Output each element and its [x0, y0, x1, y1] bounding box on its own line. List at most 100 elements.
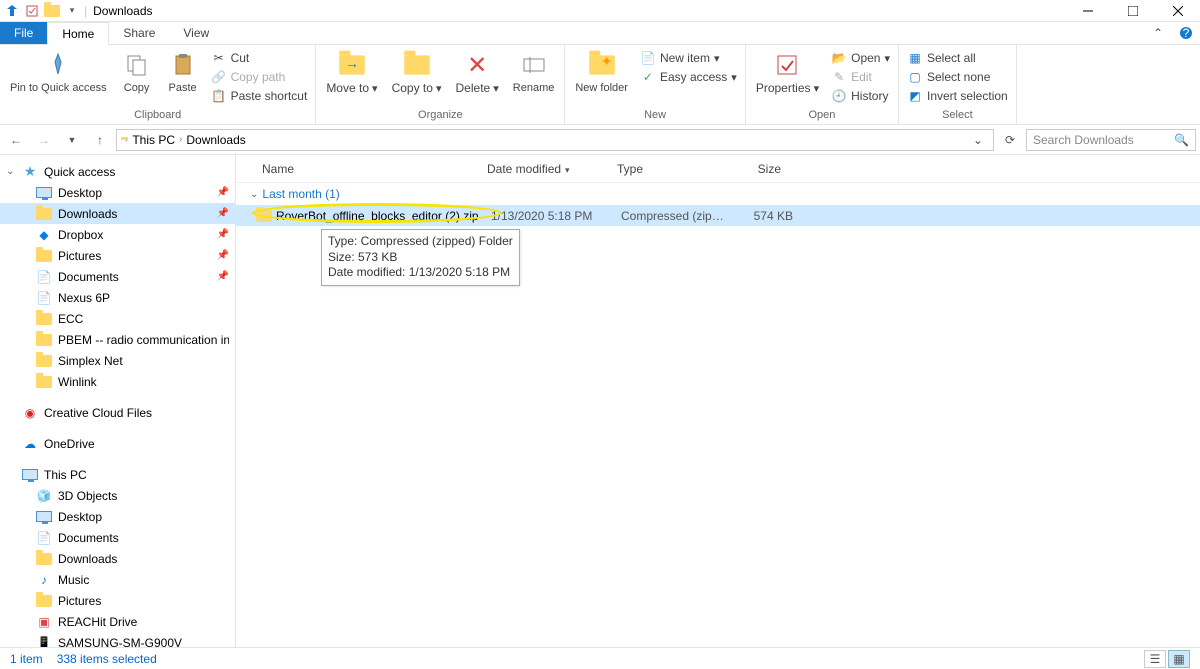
- nav-pictures[interactable]: Pictures📌: [0, 245, 235, 266]
- search-box[interactable]: Search Downloads 🔍: [1026, 129, 1196, 151]
- up-button[interactable]: ↑: [88, 128, 112, 152]
- nav-this-pc[interactable]: This PC: [0, 464, 235, 485]
- recent-locations-button[interactable]: ▼: [60, 128, 84, 152]
- ribbon-group-organize: →Move to ▾ Copy to ▾ ✕Delete ▾ Rename Or…: [316, 45, 565, 124]
- file-type: Compressed (zipp...: [621, 209, 726, 223]
- nav-creative-cloud[interactable]: ◉Creative Cloud Files: [0, 402, 235, 423]
- file-tooltip: Type: Compressed (zipped) Folder Size: 5…: [321, 229, 520, 286]
- view-details-button[interactable]: ☰: [1144, 650, 1166, 668]
- quick-access-toolbar: ▾: [0, 3, 84, 19]
- nav-pc-downloads[interactable]: Downloads: [0, 548, 235, 569]
- breadcrumb-dropdown[interactable]: ⌄: [967, 133, 989, 147]
- select-all-button[interactable]: ▦Select all: [903, 49, 1012, 67]
- nav-simplex-net[interactable]: Simplex Net: [0, 350, 235, 371]
- delete-button[interactable]: ✕Delete ▾: [450, 47, 505, 97]
- ribbon-tabs: File Home Share View ⌃ ?: [0, 22, 1200, 45]
- history-button[interactable]: 🕘History: [827, 87, 894, 105]
- copy-button[interactable]: Copy: [115, 47, 159, 96]
- paste-shortcut-button[interactable]: 📋Paste shortcut: [207, 87, 312, 105]
- tab-home[interactable]: Home: [47, 22, 109, 45]
- title-bar: ▾ | Downloads: [0, 0, 1200, 22]
- tab-view[interactable]: View: [169, 22, 223, 44]
- nav-winlink[interactable]: Winlink: [0, 371, 235, 392]
- ribbon: Pin to Quick access Copy Paste ✂Cut 🔗Cop…: [0, 45, 1200, 125]
- pin-icon: 📌: [217, 187, 229, 198]
- nav-3d-objects[interactable]: 🧊3D Objects: [0, 485, 235, 506]
- open-button[interactable]: 📂Open ▾: [827, 49, 894, 67]
- new-item-button[interactable]: 📄New item ▾: [636, 49, 741, 67]
- properties-button[interactable]: Properties ▾: [750, 47, 825, 97]
- status-item-count: 1 item: [10, 652, 43, 666]
- qat-folder-icon[interactable]: [44, 3, 60, 19]
- tab-share[interactable]: Share: [109, 22, 169, 44]
- qat-dropdown-icon[interactable]: ▾: [64, 3, 80, 19]
- file-size: 574 KB: [726, 209, 793, 223]
- file-row[interactable]: RoverBot_offline_blocks_editor (2).zip 1…: [236, 205, 1200, 226]
- select-none-button[interactable]: ▢Select none: [903, 68, 1012, 86]
- cut-button[interactable]: ✂Cut: [207, 49, 312, 67]
- help-button[interactable]: ?: [1172, 22, 1200, 44]
- pin-icon: 📌: [217, 250, 229, 261]
- ribbon-group-clipboard: Pin to Quick access Copy Paste ✂Cut 🔗Cop…: [0, 45, 316, 124]
- breadcrumb[interactable]: › This PC › Downloads ⌄: [116, 129, 994, 151]
- nav-quick-access[interactable]: ⌄★Quick access: [0, 161, 235, 182]
- column-headers: Name Date modified▾ Type Size: [236, 155, 1200, 183]
- nav-desktop[interactable]: Desktop📌: [0, 182, 235, 203]
- nav-downloads[interactable]: Downloads📌: [0, 203, 235, 224]
- back-button[interactable]: ←: [4, 128, 28, 152]
- star-icon: ★: [22, 164, 38, 180]
- refresh-button[interactable]: ⟳: [998, 129, 1022, 151]
- copy-path-button[interactable]: 🔗Copy path: [207, 68, 312, 86]
- qat-properties-icon[interactable]: [24, 3, 40, 19]
- pin-icon: 📌: [217, 229, 229, 240]
- close-button[interactable]: [1155, 0, 1200, 22]
- tab-file[interactable]: File: [0, 22, 47, 44]
- ribbon-collapse-button[interactable]: ⌃: [1144, 22, 1172, 44]
- file-list: Name Date modified▾ Type Size ⌄Last mont…: [236, 155, 1200, 647]
- group-header-last-month[interactable]: ⌄Last month (1): [236, 183, 1200, 205]
- nav-nexus6p[interactable]: 📄Nexus 6P: [0, 287, 235, 308]
- nav-samsung[interactable]: 📱SAMSUNG-SM-G900V: [0, 632, 235, 647]
- nav-pc-documents[interactable]: 📄Documents: [0, 527, 235, 548]
- edit-button[interactable]: ✎Edit: [827, 68, 894, 86]
- easy-access-button[interactable]: ✓Easy access ▾: [636, 68, 741, 86]
- pin-to-quick-access-button[interactable]: Pin to Quick access: [4, 47, 113, 96]
- nav-pc-music[interactable]: ♪Music: [0, 569, 235, 590]
- sort-indicator-icon: ▾: [565, 165, 570, 175]
- search-placeholder: Search Downloads: [1033, 133, 1134, 147]
- nav-ecc[interactable]: ECC: [0, 308, 235, 329]
- file-date: 1/13/2020 5:18 PM: [491, 209, 621, 223]
- column-size[interactable]: Size: [714, 162, 789, 176]
- breadcrumb-downloads[interactable]: Downloads: [186, 133, 245, 147]
- nav-reachit[interactable]: ▣REACHit Drive: [0, 611, 235, 632]
- invert-selection-button[interactable]: ◩Invert selection: [903, 87, 1012, 105]
- ribbon-group-new: ✦New folder 📄New item ▾ ✓Easy access ▾ N…: [565, 45, 745, 124]
- nav-pbem[interactable]: PBEM -- radio communication integrati: [0, 329, 235, 350]
- nav-dropbox[interactable]: ◆Dropbox📌: [0, 224, 235, 245]
- copy-to-button[interactable]: Copy to ▾: [386, 47, 448, 97]
- move-to-button[interactable]: →Move to ▾: [320, 47, 383, 97]
- nav-pc-pictures[interactable]: Pictures: [0, 590, 235, 611]
- forward-button[interactable]: →: [32, 128, 56, 152]
- column-name[interactable]: Name: [254, 162, 479, 176]
- maximize-button[interactable]: [1110, 0, 1155, 22]
- status-selected-count: 338 items selected: [57, 652, 157, 666]
- paste-button[interactable]: Paste: [161, 47, 205, 96]
- status-bar: 1 item 338 items selected ☰ ▦: [0, 647, 1200, 669]
- file-name: RoverBot_offline_blocks_editor (2).zip: [276, 209, 491, 223]
- column-type[interactable]: Type: [609, 162, 714, 176]
- nav-pc-desktop[interactable]: Desktop: [0, 506, 235, 527]
- rename-button[interactable]: Rename: [507, 47, 561, 96]
- ribbon-group-open: Properties ▾ 📂Open ▾ ✎Edit 🕘History Open: [746, 45, 899, 124]
- app-icon: [4, 3, 20, 19]
- column-date[interactable]: Date modified▾: [479, 162, 609, 176]
- navigation-pane[interactable]: ⌄★Quick access Desktop📌 Downloads📌 ◆Drop…: [0, 155, 236, 647]
- breadcrumb-this-pc[interactable]: This PC: [132, 133, 175, 147]
- minimize-button[interactable]: [1065, 0, 1110, 22]
- address-bar: ← → ▼ ↑ › This PC › Downloads ⌄ ⟳ Search…: [0, 125, 1200, 155]
- new-folder-button[interactable]: ✦New folder: [569, 47, 634, 96]
- view-large-icons-button[interactable]: ▦: [1168, 650, 1190, 668]
- nav-onedrive[interactable]: ☁OneDrive: [0, 433, 235, 454]
- ribbon-group-select: ▦Select all ▢Select none ◩Invert selecti…: [899, 45, 1017, 124]
- nav-documents[interactable]: 📄Documents📌: [0, 266, 235, 287]
